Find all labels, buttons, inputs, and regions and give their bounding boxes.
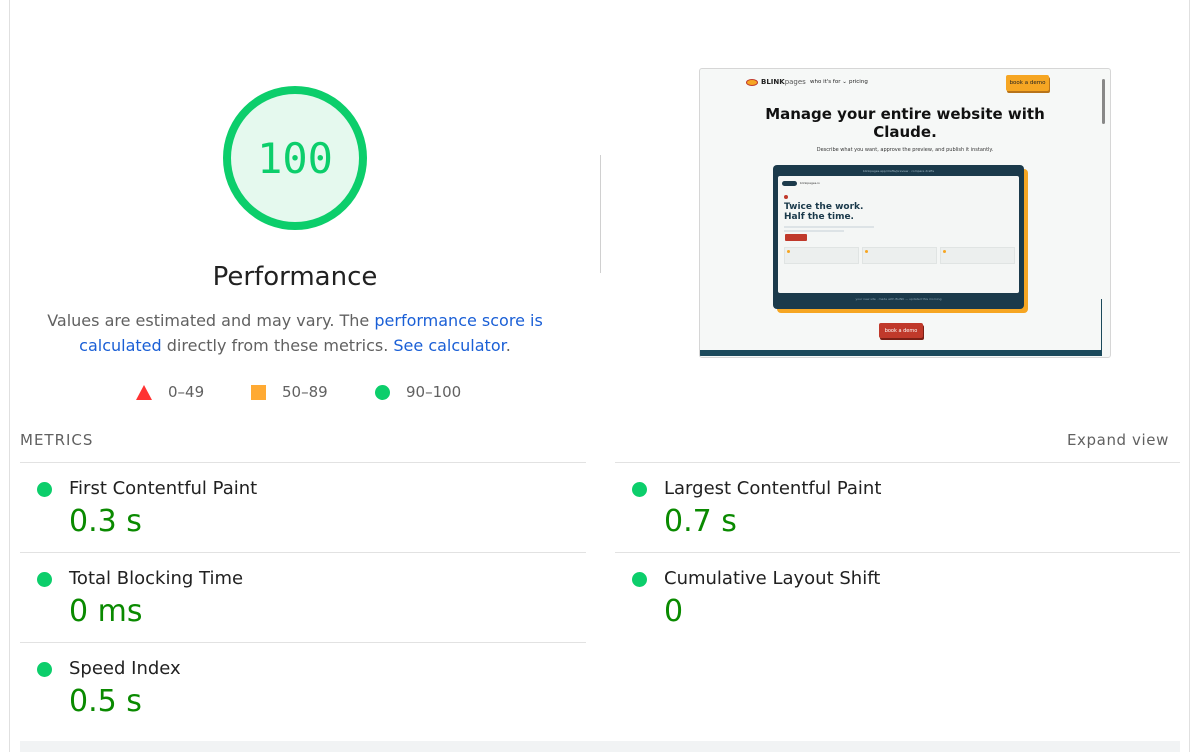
description-text: directly from these metrics. bbox=[161, 336, 394, 355]
metric-name: Largest Contentful Paint bbox=[664, 478, 882, 499]
metric-value: 0.5 s bbox=[69, 684, 142, 719]
report-frame-right-border bbox=[1189, 0, 1190, 752]
green-circle-icon bbox=[375, 384, 390, 400]
device-card bbox=[940, 247, 1015, 264]
performance-score-title: Performance bbox=[212, 262, 378, 292]
final-screenshot-thumbnail[interactable]: BLINK pages who it's for ⌄ pricing book a… bbox=[699, 68, 1111, 358]
site-brand-suffix: pages bbox=[784, 78, 806, 86]
device-card bbox=[784, 247, 859, 264]
pass-circle-icon bbox=[37, 482, 52, 497]
device-headline: Twice the work. Half the time. bbox=[784, 202, 863, 222]
metric-name: Speed Index bbox=[69, 658, 181, 679]
device-text-line bbox=[784, 230, 844, 232]
metric-name: First Contentful Paint bbox=[69, 478, 258, 499]
screenshot-site-nav: BLINK pages who it's for ⌄ pricing book a… bbox=[700, 69, 1110, 97]
device-headline-line: Twice the work. bbox=[784, 202, 864, 212]
device-headline-line: Half the time. bbox=[784, 212, 854, 222]
description-text: Values are estimated and may vary. The bbox=[47, 311, 375, 330]
vertical-divider bbox=[600, 155, 601, 273]
device-small-text: blinkpages.io bbox=[800, 181, 820, 185]
device-red-button bbox=[785, 234, 807, 241]
legend-range: 90–100 bbox=[406, 383, 462, 401]
device-footer-text: your new site · made with BLINK — update… bbox=[855, 297, 942, 301]
screenshot-edge-line bbox=[1101, 299, 1102, 351]
device-screen: blinkpages.io Twice the work. Half the t… bbox=[778, 176, 1019, 293]
score-scale-legend: 0–49 50–89 90–100 bbox=[0, 383, 600, 403]
eye-logo-icon bbox=[746, 78, 758, 86]
description-text: . bbox=[505, 336, 511, 355]
metric-name: Cumulative Layout Shift bbox=[664, 568, 881, 589]
report-frame-left-border bbox=[9, 0, 10, 752]
device-card bbox=[862, 247, 937, 264]
legend-item-fail: 0–49 bbox=[136, 383, 204, 401]
metric-name: Total Blocking Time bbox=[69, 568, 244, 589]
site-headline: Manage your entire website with Claude. bbox=[765, 105, 1045, 141]
red-triangle-icon bbox=[136, 384, 152, 400]
legend-item-pass: 90–100 bbox=[375, 383, 461, 401]
metric-cumulative-layout-shift: Cumulative Layout Shift 0 bbox=[615, 553, 1175, 643]
site-demo-button: book a demo bbox=[879, 323, 923, 338]
pass-circle-icon bbox=[632, 482, 647, 497]
performance-score-value: 100 bbox=[257, 133, 333, 183]
metrics-section-title: METRICS bbox=[20, 431, 94, 449]
metric-total-blocking-time: Total Blocking Time 0 ms bbox=[20, 553, 580, 643]
orange-square-icon bbox=[251, 384, 266, 400]
device-red-dot bbox=[784, 195, 788, 199]
site-nav-link: who it's for ⌄ bbox=[810, 79, 847, 85]
pass-circle-icon bbox=[37, 572, 52, 587]
legend-range: 0–49 bbox=[168, 383, 205, 401]
site-book-demo-button: book a demo bbox=[1006, 75, 1049, 91]
next-section-bar bbox=[20, 741, 1180, 752]
device-text-line bbox=[784, 226, 874, 228]
metric-speed-index: Speed Index 0.5 s bbox=[20, 643, 580, 733]
metric-value: 0.3 s bbox=[69, 504, 142, 539]
screenshot-scrollbar bbox=[1102, 79, 1105, 124]
site-logo: BLINK pages bbox=[746, 78, 806, 86]
device-address-bar: blinkpages.app/drafts/preview · compare … bbox=[862, 169, 935, 173]
see-calculator-link[interactable]: See calculator bbox=[393, 336, 505, 355]
pass-circle-icon bbox=[37, 662, 52, 677]
performance-score-gauge[interactable]: 100 bbox=[221, 84, 369, 232]
metric-first-contentful-paint: First Contentful Paint 0.3 s bbox=[20, 463, 580, 553]
metric-largest-contentful-paint: Largest Contentful Paint 0.7 s bbox=[615, 463, 1175, 553]
pass-circle-icon bbox=[632, 572, 647, 587]
screenshot-bottom-bar bbox=[700, 350, 1102, 356]
device-pill bbox=[782, 181, 797, 186]
site-nav-link: pricing bbox=[849, 79, 868, 85]
legend-item-average: 50–89 bbox=[251, 383, 328, 401]
site-subheadline: Describe what you want, approve the prev… bbox=[816, 147, 994, 153]
site-device-mockup: blinkpages.app/drafts/preview · compare … bbox=[773, 165, 1024, 309]
metric-value: 0 bbox=[664, 594, 684, 629]
site-brand: BLINK bbox=[761, 78, 785, 86]
metric-value: 0.7 s bbox=[664, 504, 737, 539]
score-description: Values are estimated and may vary. The p… bbox=[40, 308, 550, 358]
expand-view-toggle[interactable]: Expand view bbox=[1067, 431, 1169, 449]
metric-value: 0 ms bbox=[69, 594, 143, 629]
legend-range: 50–89 bbox=[282, 383, 328, 401]
